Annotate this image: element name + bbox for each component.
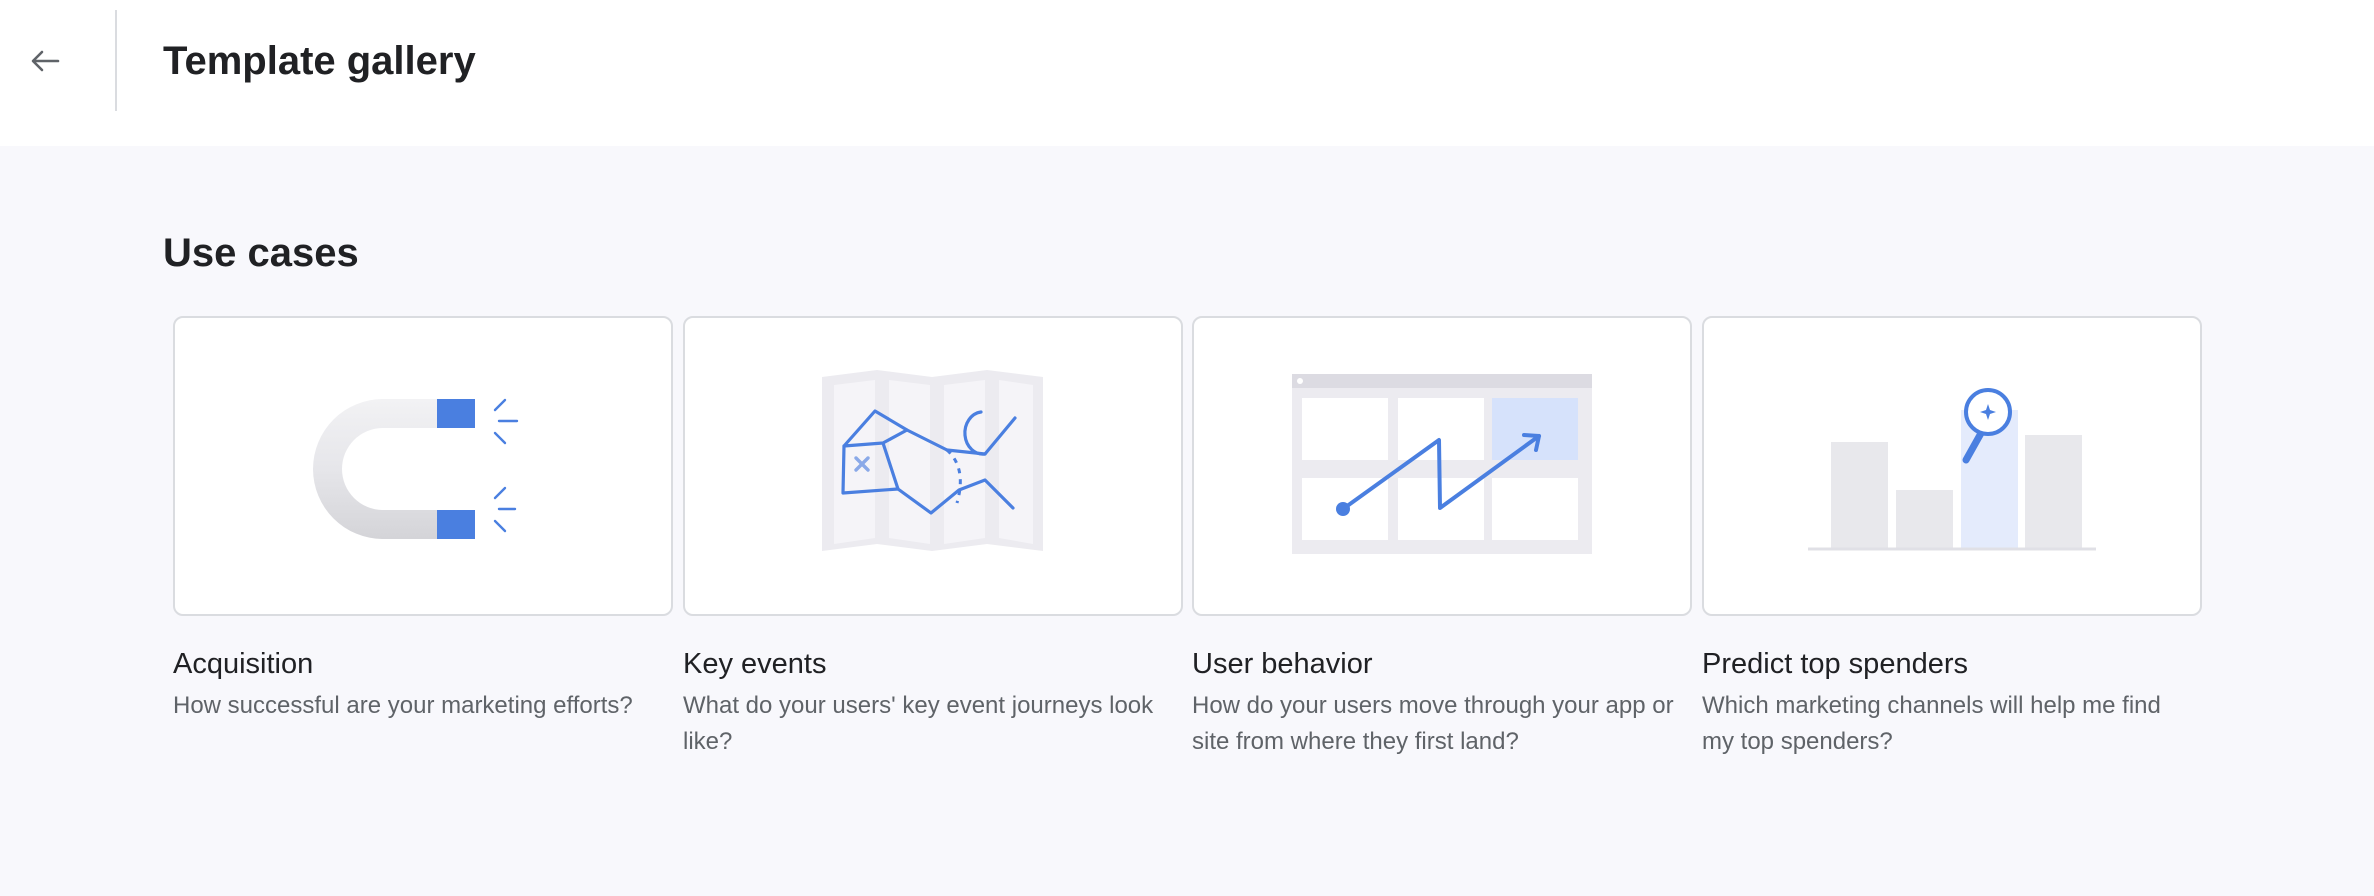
card-key-events[interactable]: Key events What do your users' key event… <box>683 316 1183 756</box>
section-title: Use cases <box>163 231 359 275</box>
card-description: How successful are your marketing effort… <box>173 692 633 719</box>
back-button[interactable] <box>22 36 68 86</box>
card-title: Predict top spenders <box>1702 648 1968 680</box>
card-thumbnail <box>1702 316 2202 616</box>
app-header: Template gallery <box>0 0 2374 146</box>
card-title: Key events <box>683 648 827 680</box>
magnet-illustration-icon <box>313 398 519 539</box>
card-description: How do your users move through your app … <box>1192 692 1674 755</box>
card-thumbnail <box>173 316 673 616</box>
card-thumbnail <box>1192 316 1692 616</box>
card-thumbnail <box>683 316 1183 616</box>
map-illustration-icon <box>822 370 1043 551</box>
arrow-back-icon <box>31 50 60 72</box>
page-title: Template gallery <box>163 39 476 83</box>
card-acquisition[interactable]: Acquisition How successful are your mark… <box>173 316 673 756</box>
dashboard-illustration-icon <box>1292 374 1592 554</box>
gallery-main: Use cases Acquisition How successful are… <box>0 146 2374 896</box>
header-divider <box>115 10 117 111</box>
card-description: What do your users' key event journeys l… <box>683 692 1154 755</box>
card-title: Acquisition <box>173 648 314 680</box>
card-description: Which marketing channels will help me fi… <box>1702 692 2161 755</box>
bar-magnifier-illustration-icon <box>1808 388 2096 551</box>
card-predict-top-spenders[interactable]: Predict top spenders Which marketing cha… <box>1702 316 2202 756</box>
card-title: User behavior <box>1192 648 1373 680</box>
card-user-behavior[interactable]: User behavior How do your users move thr… <box>1192 316 1692 756</box>
